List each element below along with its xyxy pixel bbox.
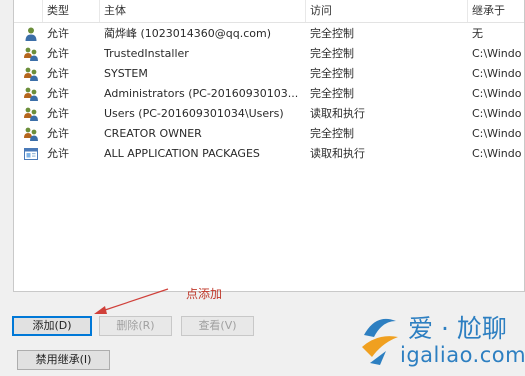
package-icon [24,148,38,160]
entry-access: 完全控制 [310,67,354,80]
entry-inherited-from: C:\Windo [472,107,522,120]
single-user-icon [25,27,37,41]
entry-access: 读取和执行 [310,107,365,120]
table-row[interactable]: 允许 Users (PC-201609301034\Users) 读取和执行 C… [14,104,524,124]
entry-type: 允许 [47,87,69,100]
table-row[interactable]: 允许 蔺烨峰 (1023014360@qq.com) 完全控制 无 [14,24,524,44]
header-access[interactable]: 访问 [306,0,468,22]
view-button[interactable]: 查看(V) [181,316,254,336]
user-group-icon [24,87,38,101]
annotation-label: 点添加 [186,287,223,301]
entry-inherited-from: C:\Windo [472,87,522,100]
entry-principal: 蔺烨峰 (1023014360@qq.com) [104,27,272,40]
entry-type: 允许 [47,147,69,160]
entry-inherited-from: 无 [472,27,483,40]
watermark-line2: igaliao.com [400,343,525,367]
list-header: 类型 主体 访问 继承于 [14,0,524,23]
entry-inherited-from: C:\Windo [472,47,522,60]
entry-access: 完全控制 [310,27,354,40]
entry-principal: CREATOR OWNER [104,127,202,140]
user-group-icon [24,67,38,81]
entry-principal: Administrators (PC-20160930103... [104,87,299,100]
annotation-arrow-icon [94,288,169,314]
table-row[interactable]: 允许 CREATOR OWNER 完全控制 C:\Windo [14,124,524,144]
entry-access: 完全控制 [310,127,354,140]
watermark-logo-icon [362,318,398,365]
header-type[interactable]: 类型 [43,0,100,22]
entry-inherited-from: C:\Windo [472,147,522,160]
entry-access: 完全控制 [310,47,354,60]
user-group-icon [24,107,38,121]
entry-type: 允许 [47,67,69,80]
entry-inherited-from: C:\Windo [472,127,522,140]
header-inherited-from[interactable]: 继承于 [468,0,524,22]
entry-type: 允许 [47,47,69,60]
user-group-icon [24,127,38,141]
entry-type: 允许 [47,27,69,40]
header-principal[interactable]: 主体 [100,0,306,22]
table-row[interactable]: 允许 Administrators (PC-20160930103... 完全控… [14,84,524,104]
add-button[interactable]: 添加(D) [12,316,92,336]
watermark: 爱 · 尬聊 igaliao.com [356,303,525,375]
permissions-window: 类型 主体 访问 继承于 允许 蔺烨峰 (1023014360@qq.com) … [0,0,525,376]
permission-entries-list[interactable]: 类型 主体 访问 继承于 允许 蔺烨峰 (1023014360@qq.com) … [13,0,525,292]
entry-principal: ALL APPLICATION PACKAGES [104,147,260,160]
header-icon-column [14,0,43,22]
user-group-icon [24,47,38,61]
table-row[interactable]: 允许 TrustedInstaller 完全控制 C:\Windo [14,44,524,64]
entry-inherited-from: C:\Windo [472,67,522,80]
entry-principal: SYSTEM [104,67,148,80]
entry-type: 允许 [47,127,69,140]
entry-access: 读取和执行 [310,147,365,160]
entry-principal: TrustedInstaller [104,47,189,60]
entry-access: 完全控制 [310,87,354,100]
remove-button[interactable]: 删除(R) [99,316,172,336]
table-row[interactable]: 允许 ALL APPLICATION PACKAGES 读取和执行 C:\Win… [14,144,524,164]
watermark-line1: 爱 · 尬聊 [408,314,507,343]
entry-type: 允许 [47,107,69,120]
disable-inheritance-button[interactable]: 禁用继承(I) [17,350,110,370]
table-row[interactable]: 允许 SYSTEM 完全控制 C:\Windo [14,64,524,84]
entry-principal: Users (PC-201609301034\Users) [104,107,284,120]
